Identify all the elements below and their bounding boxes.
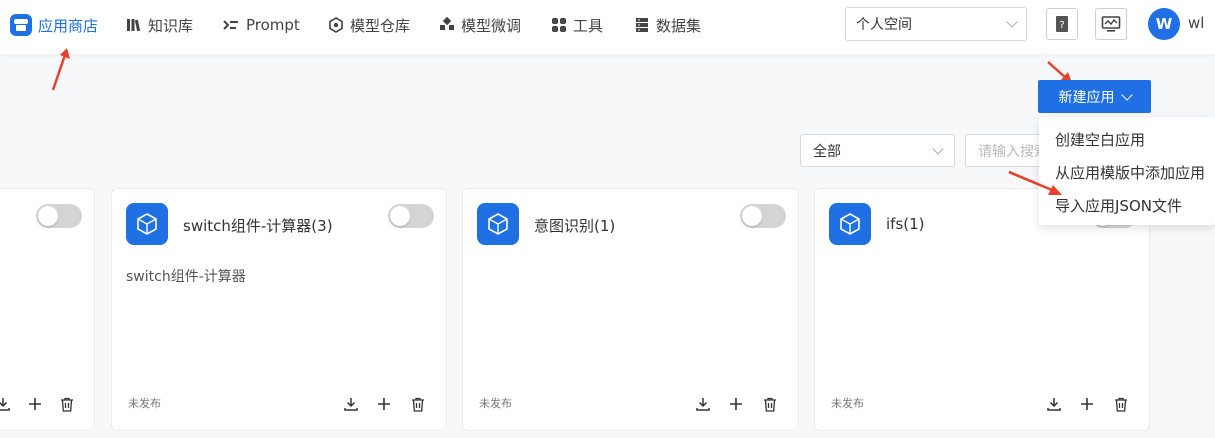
help-book-icon: ? xyxy=(1056,16,1068,32)
svg-text:?: ? xyxy=(1059,20,1064,31)
nav-label: 知识库 xyxy=(148,16,194,35)
top-nav-bar: 应用商店 知识库 Prompt 模型仓库 模型微调 工具 数据集 个人空间 ? … xyxy=(0,0,1215,54)
chevron-down-icon xyxy=(1120,88,1133,101)
database-icon xyxy=(634,17,650,33)
card-title: switch组件-计算器(3) xyxy=(183,217,333,235)
nav-label: 数据集 xyxy=(656,16,702,35)
cube-icon xyxy=(328,17,344,33)
username[interactable]: wl xyxy=(1188,14,1204,32)
help-button[interactable]: ? xyxy=(1046,8,1078,40)
status-badge: 未发布 xyxy=(831,397,864,410)
nav-item-model-repo[interactable]: 模型仓库 xyxy=(328,0,410,50)
download-icon[interactable] xyxy=(340,393,362,415)
filter-value: 全部 xyxy=(813,143,841,160)
card-title: 意图识别(1) xyxy=(534,217,616,235)
app-card[interactable]: 意图识别(1) 未发布 xyxy=(462,188,799,431)
monitor-button[interactable] xyxy=(1095,8,1127,40)
books-icon xyxy=(126,17,142,33)
app-cube-icon xyxy=(126,203,168,245)
publish-toggle[interactable] xyxy=(740,204,786,228)
add-icon[interactable] xyxy=(1076,393,1098,415)
monitor-icon xyxy=(1101,16,1121,32)
nav-label: 模型仓库 xyxy=(350,16,411,35)
annotation-arrow-import-json-overlay xyxy=(1008,170,1062,195)
download-icon[interactable] xyxy=(692,393,714,415)
avatar[interactable]: W xyxy=(1148,8,1180,40)
nav-item-model-tuning[interactable]: 模型微调 xyxy=(439,0,521,50)
nav-item-app-store[interactable]: 应用商店 xyxy=(10,0,98,50)
menu-item-create-blank[interactable]: 创建空白应用 xyxy=(1055,129,1145,150)
trash-icon[interactable] xyxy=(759,393,781,415)
nav-item-tools[interactable]: 工具 xyxy=(551,0,603,50)
add-icon[interactable] xyxy=(24,393,46,415)
download-icon[interactable] xyxy=(0,393,14,415)
filter-select[interactable]: 全部 xyxy=(800,134,955,167)
search-placeholder: 请输入搜索 xyxy=(978,143,1048,160)
trash-icon[interactable] xyxy=(407,393,429,415)
store-icon xyxy=(10,14,32,36)
new-app-label: 新建应用 xyxy=(1058,89,1115,106)
space-select[interactable]: 个人空间 xyxy=(845,7,1027,41)
trash-icon[interactable] xyxy=(1110,393,1132,415)
app-cube-icon xyxy=(477,203,519,245)
status-badge: 未发布 xyxy=(479,397,512,410)
status-badge: 未发布 xyxy=(128,397,161,410)
download-icon[interactable] xyxy=(1043,393,1065,415)
grid-icon xyxy=(551,17,567,33)
annotation-arrow-nav xyxy=(51,48,70,91)
nav-item-datasets[interactable]: 数据集 xyxy=(634,0,701,50)
card-description: switch组件-计算器 xyxy=(126,269,246,285)
publish-toggle[interactable] xyxy=(388,204,434,228)
nav-item-prompt[interactable]: Prompt xyxy=(222,0,300,50)
add-icon[interactable] xyxy=(725,393,747,415)
nav-label: 应用商店 xyxy=(38,16,99,35)
nav-item-knowledge-base[interactable]: 知识库 xyxy=(126,0,193,50)
app-card[interactable]: switch组件-计算器(3) switch组件-计算器 未发布 xyxy=(111,188,447,431)
chevron-down-icon xyxy=(1006,16,1018,28)
space-select-value: 个人空间 xyxy=(856,17,912,33)
add-icon[interactable] xyxy=(373,393,395,415)
chevron-down-icon xyxy=(932,142,944,155)
menu-item-from-template[interactable]: 从应用模版中添加应用 xyxy=(1055,162,1205,183)
nav-label: 模型微调 xyxy=(461,16,522,35)
new-app-button[interactable]: 新建应用 xyxy=(1038,80,1151,113)
menu-item-import-json[interactable]: 导入应用JSON文件 xyxy=(1055,195,1182,216)
nav-label: 工具 xyxy=(573,16,604,35)
publish-toggle[interactable] xyxy=(36,204,82,228)
card-title: ifs(1) xyxy=(886,215,925,233)
tuning-icon xyxy=(439,17,455,33)
app-card[interactable] xyxy=(0,188,95,431)
nav-label: Prompt xyxy=(246,16,300,34)
app-cube-icon xyxy=(829,203,871,245)
trash-icon[interactable] xyxy=(56,393,78,415)
prompt-icon xyxy=(222,17,240,33)
